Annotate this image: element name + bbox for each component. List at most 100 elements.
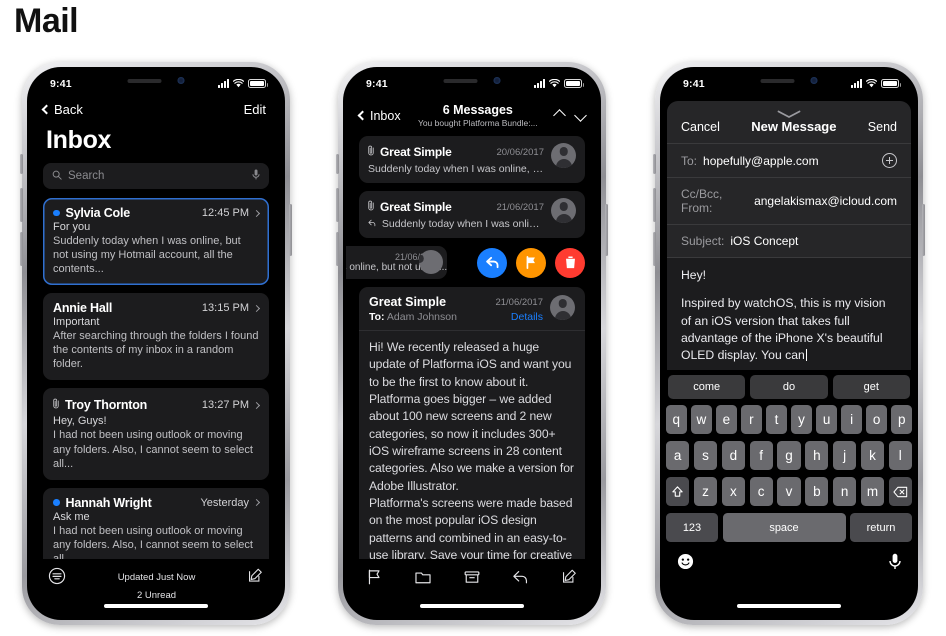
folder-icon[interactable] xyxy=(414,568,432,591)
microphone-icon[interactable] xyxy=(252,167,260,185)
swiped-message-card[interactable]: 21/06/2017 as online, but not using... xyxy=(346,246,447,279)
key-n[interactable]: n xyxy=(832,477,857,506)
key-q[interactable]: q xyxy=(666,405,687,434)
cc-bcc-from-field[interactable]: Cc/Bcc, From: angelakismax@icloud.com xyxy=(667,177,911,224)
key-t[interactable]: t xyxy=(766,405,787,434)
plus-circle-icon[interactable] xyxy=(882,153,897,168)
reply-arrow-icon[interactable] xyxy=(477,247,507,278)
front-camera xyxy=(177,77,185,84)
on-screen-keyboard: come do get q w e r t y u i o p a s d f … xyxy=(663,370,915,617)
key-r[interactable]: r xyxy=(741,405,762,434)
volume-down-button[interactable] xyxy=(20,232,23,266)
back-button-label: Inbox xyxy=(370,108,401,123)
key-p[interactable]: p xyxy=(891,405,912,434)
home-indicator[interactable] xyxy=(737,604,841,608)
keyboard-rows: q w e r t y u i o p a s d f g h j k l z … xyxy=(663,405,915,542)
flag-icon[interactable] xyxy=(516,247,546,278)
to-field[interactable]: To: hopefully@apple.com xyxy=(667,143,911,177)
key-f[interactable]: f xyxy=(749,441,773,470)
thread-message-collapsed[interactable]: Great Simple 20/06/2017 Suddenly today w… xyxy=(359,136,585,183)
inbox-message-list[interactable]: Sylvia Cole 12:45 PM For you Suddenly to… xyxy=(30,198,282,617)
volume-up-button[interactable] xyxy=(20,188,23,222)
key-w[interactable]: w xyxy=(691,405,712,434)
sheet-grabber[interactable] xyxy=(667,101,911,118)
key-z[interactable]: z xyxy=(693,477,718,506)
message-time: 13:27 PM xyxy=(201,399,249,412)
key-u[interactable]: u xyxy=(816,405,837,434)
search-input[interactable]: Search xyxy=(43,163,269,189)
key-k[interactable]: k xyxy=(860,441,885,470)
home-indicator[interactable] xyxy=(104,604,208,608)
silent-switch[interactable] xyxy=(336,154,339,174)
subject-field[interactable]: Subject: iOS Concept xyxy=(667,224,911,257)
key-i[interactable]: i xyxy=(841,405,862,434)
key-y[interactable]: y xyxy=(791,405,812,434)
subject-field-value: iOS Concept xyxy=(730,234,799,248)
reply-arrow-icon[interactable] xyxy=(511,568,530,591)
prediction-1[interactable]: come xyxy=(668,375,746,399)
status-bar: 9:41 xyxy=(346,70,598,100)
volume-up-button[interactable] xyxy=(653,188,656,222)
wifi-icon xyxy=(866,79,877,88)
table-row[interactable]: Troy Thornton 13:27 PM Hey, Guys! I had … xyxy=(43,388,269,480)
key-h[interactable]: h xyxy=(805,441,829,470)
inbox-title: Inbox xyxy=(46,126,112,154)
compose-title: New Message xyxy=(751,119,837,134)
chevron-down-icon[interactable] xyxy=(574,109,587,122)
cancel-button[interactable]: Cancel xyxy=(681,120,720,134)
prediction-2[interactable]: do xyxy=(750,375,828,399)
numbers-key[interactable]: 123 xyxy=(666,513,718,542)
microphone-icon[interactable] xyxy=(889,553,901,575)
power-button[interactable] xyxy=(289,204,292,256)
shift-arrow-icon[interactable] xyxy=(666,477,690,506)
silent-switch[interactable] xyxy=(653,154,656,174)
key-o[interactable]: o xyxy=(866,405,887,434)
home-indicator[interactable] xyxy=(420,604,524,608)
cellular-bars-icon xyxy=(218,79,229,88)
chevron-up-icon[interactable] xyxy=(553,109,566,122)
back-to-inbox-button[interactable]: Inbox xyxy=(357,108,401,123)
power-button[interactable] xyxy=(922,204,925,256)
key-v[interactable]: v xyxy=(777,477,801,506)
trash-icon[interactable] xyxy=(555,247,585,278)
key-m[interactable]: m xyxy=(860,477,885,506)
table-row[interactable]: Sylvia Cole 12:45 PM For you Suddenly to… xyxy=(43,198,269,286)
power-button[interactable] xyxy=(605,204,608,256)
key-l[interactable]: l xyxy=(888,441,912,470)
avatar xyxy=(550,295,575,320)
volume-down-button[interactable] xyxy=(336,232,339,266)
key-g[interactable]: g xyxy=(777,441,801,470)
flag-outline-icon[interactable] xyxy=(366,568,383,591)
keyboard-row-3: z x c v b n m xyxy=(666,477,912,506)
emoji-smiley-icon[interactable] xyxy=(677,553,694,575)
compose-icon[interactable] xyxy=(561,568,578,590)
compose-icon[interactable] xyxy=(247,567,264,589)
edit-button[interactable]: Edit xyxy=(244,102,266,117)
prediction-3[interactable]: get xyxy=(832,375,910,399)
back-button[interactable]: Back xyxy=(41,102,83,117)
phone-mockup-thread: 9:41 Inbox 6 Messages You bought Platfor… xyxy=(336,62,608,625)
table-row[interactable]: Annie Hall 13:15 PM Important After sear… xyxy=(43,293,269,381)
chevron-right-icon xyxy=(252,304,261,312)
key-e[interactable]: e xyxy=(716,405,737,434)
key-s[interactable]: s xyxy=(693,441,718,470)
thread-count: 6 Messages xyxy=(442,103,513,117)
key-a[interactable]: a xyxy=(666,441,690,470)
details-button[interactable]: Details xyxy=(511,311,543,323)
filter-icon[interactable] xyxy=(48,567,66,590)
send-button[interactable]: Send xyxy=(868,120,897,134)
return-key[interactable]: return xyxy=(850,513,912,542)
archive-box-icon[interactable] xyxy=(463,568,481,591)
key-x[interactable]: x xyxy=(721,477,745,506)
key-c[interactable]: c xyxy=(749,477,773,506)
volume-up-button[interactable] xyxy=(336,188,339,222)
status-indicators xyxy=(851,79,901,88)
volume-down-button[interactable] xyxy=(653,232,656,266)
key-d[interactable]: d xyxy=(721,441,745,470)
key-b[interactable]: b xyxy=(805,477,829,506)
space-key[interactable]: space xyxy=(722,513,846,542)
thread-message-collapsed[interactable]: Great Simple 21/06/2017 Suddenly today w… xyxy=(359,191,585,238)
key-j[interactable]: j xyxy=(832,441,857,470)
silent-switch[interactable] xyxy=(20,154,23,174)
backspace-icon[interactable] xyxy=(888,477,912,506)
